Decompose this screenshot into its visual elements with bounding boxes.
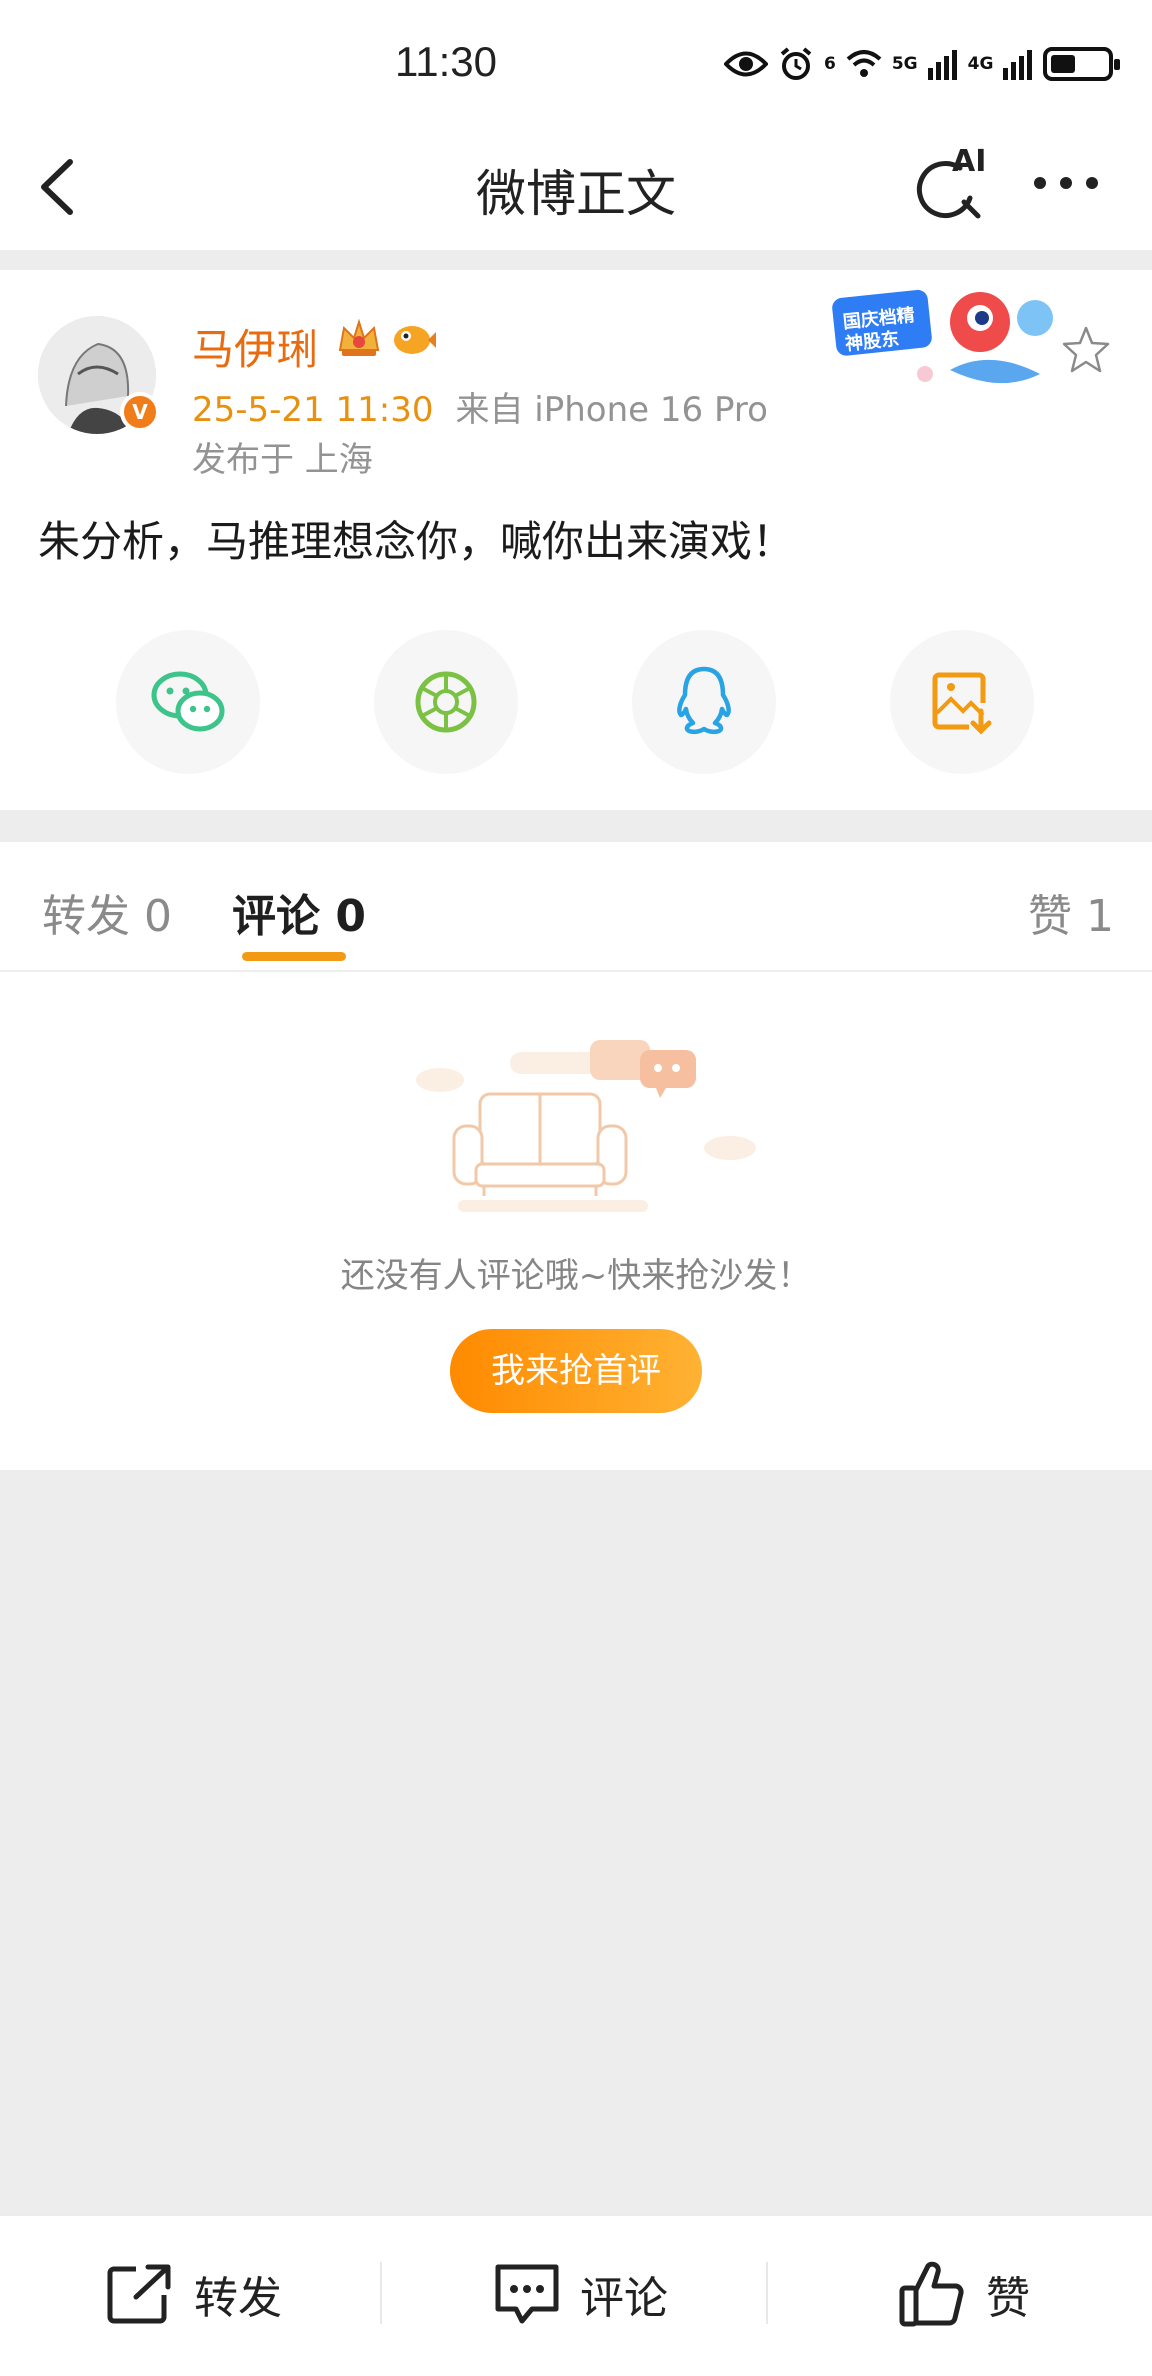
- comment-label: 评论: [580, 2273, 668, 2324]
- ai-label: AI: [952, 144, 987, 179]
- sofa-illustration-icon: [416, 1040, 756, 1212]
- verified-badge: V: [120, 392, 160, 432]
- status-time: 11:30: [395, 38, 497, 85]
- sim2-label: 4G: [967, 54, 994, 74]
- signal-icon: [927, 50, 957, 80]
- wechat-icon: [151, 671, 225, 732]
- thumbs-up-icon: [899, 2261, 964, 2327]
- like-label: 赞: [986, 2273, 1030, 2324]
- empty-message: 还没有人评论哦~快来抢沙发！: [340, 1256, 812, 1296]
- divider: [766, 2262, 768, 2324]
- promo-text: 国庆档精神股东: [841, 304, 916, 356]
- comment-icon: [495, 2264, 559, 2324]
- status-icons: 6 5G 4G: [724, 42, 1121, 86]
- post-text: 朱分析，马推理想念你，喊你出来演戏！: [38, 517, 795, 566]
- post-card: V 马伊琍 25-5-21 11:30 来自 iPhone 16 Pro 发布于 …: [0, 270, 1152, 810]
- tab-repost[interactable]: 转发 0: [42, 880, 172, 944]
- share-qq-button[interactable]: [632, 630, 776, 774]
- sim1-label: 5G: [891, 54, 918, 74]
- status-bar: 11:30 6 5G 4G: [0, 0, 1152, 130]
- first-comment-button[interactable]: 我来抢首评: [450, 1329, 702, 1413]
- promo-banner[interactable]: 国庆档精神股东: [830, 278, 1070, 398]
- save-image-icon: [932, 672, 992, 735]
- divider: [380, 2262, 382, 2324]
- empty-comments: 还没有人评论哦~快来抢沙发！ 我来抢首评: [0, 972, 1152, 1470]
- eye-icon: [724, 51, 768, 77]
- username[interactable]: 马伊琍: [192, 316, 318, 377]
- favorite-star-icon[interactable]: [1060, 324, 1112, 376]
- nav-bar: 微博正文 AI: [0, 130, 1152, 250]
- wifi-label: 6: [824, 54, 836, 74]
- post-date: 25-5-21 11:30: [192, 390, 434, 430]
- tab-comment[interactable]: 评论 0: [232, 880, 366, 944]
- comment-button[interactable]: 评论: [492, 2254, 668, 2334]
- signal-icon-2: [1003, 50, 1033, 80]
- moments-icon: [415, 671, 477, 733]
- tab-like[interactable]: 赞 1: [1028, 880, 1114, 944]
- fish-badge-icon: [394, 326, 436, 354]
- save-image-button[interactable]: [890, 630, 1034, 774]
- wifi-icon: [846, 50, 882, 77]
- share-wechat-button[interactable]: [116, 630, 260, 774]
- qq-icon: [677, 666, 731, 735]
- like-button[interactable]: 赞: [898, 2254, 1030, 2334]
- alarm-icon: [780, 47, 812, 80]
- repost-label: 转发: [194, 2273, 282, 2324]
- battery-icon: [1043, 47, 1121, 81]
- interaction-tabs: 转发 0 评论 0 赞 1: [0, 842, 1152, 972]
- more-icon[interactable]: [1030, 158, 1110, 208]
- repost-icon: [107, 2264, 171, 2324]
- crown-badge-icon: [338, 318, 380, 356]
- bottom-action-bar: 转发 评论 赞: [0, 2214, 1152, 2376]
- ai-search-button[interactable]: AI: [912, 144, 992, 226]
- repost-button[interactable]: 转发: [106, 2254, 282, 2334]
- post-source: 来自 iPhone 16 Pro: [455, 390, 768, 430]
- active-tab-indicator: [242, 952, 346, 961]
- post-meta: 25-5-21 11:30 来自 iPhone 16 Pro: [192, 382, 768, 431]
- share-moments-button[interactable]: [374, 630, 518, 774]
- post-location: 发布于 上海: [192, 440, 373, 480]
